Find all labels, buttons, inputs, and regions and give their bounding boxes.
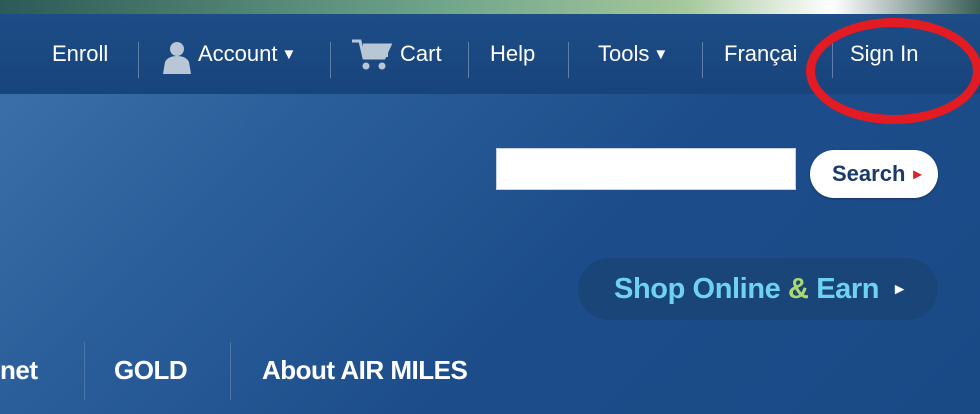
main-nav-item-about[interactable]: About AIR MILES <box>262 350 468 390</box>
shopping-cart-icon <box>352 39 392 70</box>
enroll-link[interactable]: Enroll <box>52 28 108 80</box>
search-input[interactable] <box>496 148 796 190</box>
account-label: Account <box>198 41 278 66</box>
main-navigation: net GOLD About AIR MILES <box>0 338 980 414</box>
header-banner-strip <box>0 0 980 14</box>
shop-label-part2: Earn <box>808 273 880 305</box>
top-navigation-bar: Enroll Account ▼ Cart Help Tools ▼ Franç… <box>0 14 980 94</box>
arrow-right-icon: ▸ <box>895 279 904 298</box>
help-link[interactable]: Help <box>490 28 535 80</box>
language-link[interactable]: Françai <box>724 28 797 80</box>
page-background: Enroll Account ▼ Cart Help Tools ▼ Franç… <box>0 0 980 414</box>
shop-online-earn-button[interactable]: Shop Online & Earn ▸ <box>578 258 938 320</box>
tools-label: Tools <box>598 41 650 66</box>
shop-label-part1: Shop Online <box>614 273 789 305</box>
person-silhouette-icon <box>163 42 191 74</box>
cart-link[interactable]: Cart <box>350 28 442 80</box>
shop-label-amp: & <box>788 273 809 305</box>
arrow-right-icon: ▸ <box>913 166 922 183</box>
nav-divider <box>230 342 231 400</box>
nav-divider <box>330 42 331 78</box>
nav-divider <box>468 42 469 78</box>
sign-in-link[interactable]: Sign In <box>850 28 919 80</box>
search-button[interactable]: Search ▸ <box>810 150 938 198</box>
account-menu[interactable]: Account ▼ <box>158 28 296 80</box>
nav-divider <box>702 42 703 78</box>
search-button-label: Search <box>832 161 906 186</box>
tools-menu[interactable]: Tools ▼ <box>598 28 668 80</box>
nav-divider <box>832 42 833 78</box>
cart-label: Cart <box>400 41 442 66</box>
nav-divider <box>84 342 85 400</box>
main-nav-item-gold[interactable]: GOLD <box>114 350 188 390</box>
caret-down-icon: ▼ <box>281 46 297 63</box>
main-nav-item-partial[interactable]: net <box>0 350 38 390</box>
caret-down-icon: ▼ <box>653 46 669 63</box>
nav-divider <box>138 42 139 78</box>
nav-divider <box>568 42 569 78</box>
